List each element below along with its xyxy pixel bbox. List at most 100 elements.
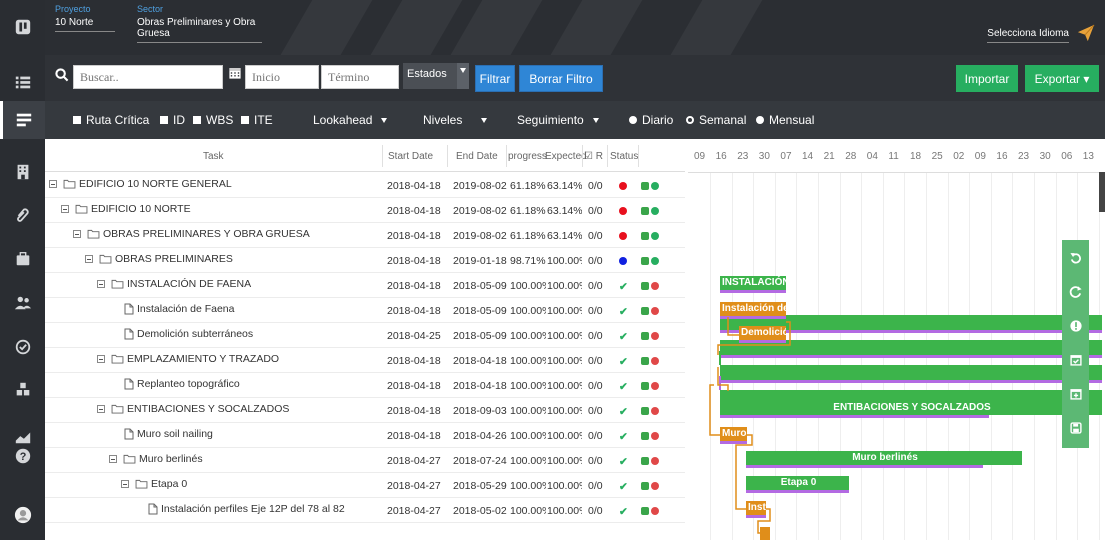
expand-toggle-icon[interactable]	[49, 180, 57, 188]
sector-select[interactable]: Obras Preliminares y Obra Gruesa	[137, 17, 262, 43]
table-row[interactable]: EDIFICIO 10 NORTE 2018-04-18 2019-08-02 61.…	[45, 198, 685, 223]
add-icon[interactable]	[641, 282, 649, 290]
refresh-icon[interactable]	[1062, 278, 1089, 306]
col-expected[interactable]: Expected	[545, 151, 587, 162]
logo-icon[interactable]	[0, 8, 45, 46]
end-date-input[interactable]	[321, 65, 399, 89]
estados-caret-icon[interactable]	[457, 63, 469, 89]
expand-toggle-icon[interactable]	[121, 480, 129, 488]
col-status[interactable]: Status	[610, 151, 638, 162]
expand-toggle-icon[interactable]	[73, 230, 81, 238]
diario-radio[interactable]: Diario	[629, 113, 673, 127]
paper-plane-icon[interactable]	[1077, 24, 1095, 42]
seguimiento-dropdown[interactable]: Seguimiento	[517, 113, 599, 127]
expand-toggle-icon[interactable]	[97, 280, 105, 288]
expand-toggle-icon[interactable]	[85, 255, 93, 263]
table-row[interactable]: Muro berlinés2018-04-272018-07-24100.00%…	[45, 448, 685, 473]
add-icon[interactable]	[641, 332, 649, 340]
project-select[interactable]: 10 Norte	[55, 17, 115, 32]
undo-icon[interactable]	[1062, 244, 1089, 272]
table-row[interactable]: EDIFICIO 10 NORTE GENERAL 2018-04-18 2019-…	[45, 173, 685, 198]
expand-toggle-icon[interactable]	[97, 355, 105, 363]
row-status-icon[interactable]	[651, 357, 659, 365]
expand-toggle-icon[interactable]	[61, 205, 69, 213]
gantt-bar-etapa-0[interactable]: Etapa 0	[746, 476, 849, 490]
table-row[interactable]: Demolición subterráneos 2018-04-25 2018-05…	[45, 323, 685, 348]
row-status-icon[interactable]	[651, 432, 659, 440]
add-icon[interactable]	[641, 457, 649, 465]
users-icon[interactable]	[0, 284, 45, 322]
col-r[interactable]: ☑ R	[584, 151, 603, 162]
ite-toggle[interactable]: ITE	[241, 113, 273, 127]
add-icon[interactable]	[641, 307, 649, 315]
borrar-filtro-button[interactable]: Borrar Filtro	[519, 65, 603, 92]
gantt-bar-next[interactable]	[760, 527, 770, 540]
table-row[interactable]: ENTIBACIONES Y SOCALZADOS 2018-04-18 2018-…	[45, 398, 685, 423]
expand-toggle-icon[interactable]	[109, 455, 117, 463]
gantt-bar-obras-gruesa[interactable]	[720, 365, 1102, 380]
row-status-icon[interactable]	[651, 332, 659, 340]
row-status-icon[interactable]	[651, 232, 659, 240]
row-status-icon[interactable]	[651, 207, 659, 215]
ruta-critica-toggle[interactable]: Ruta Crítica	[73, 113, 149, 127]
paperclip-icon[interactable]	[0, 196, 45, 234]
gantt-bar-muro-berlines[interactable]: Muro berlinés	[746, 451, 1022, 465]
gantt-bar-entibaciones[interactable]: ENTIBACIONES Y SOCALZADOS	[720, 401, 1102, 415]
gantt-icon[interactable]	[0, 101, 45, 139]
table-row[interactable]: EMPLAZAMIENTO Y TRAZADO 2018-04-18 2018-04…	[45, 348, 685, 373]
wbs-toggle[interactable]: WBS	[193, 113, 233, 127]
gantt-bar-instalacion-faena[interactable]: Instalación de Fa	[720, 302, 786, 316]
table-row[interactable]: OBRAS PRELIMINARES 2018-04-18 2019-01-18 98…	[45, 248, 685, 273]
building-icon[interactable]	[0, 153, 45, 191]
row-status-icon[interactable]	[651, 257, 659, 265]
start-date-input[interactable]	[245, 65, 319, 89]
gantt-bar-demolicion[interactable]: Demolición	[739, 326, 786, 340]
mensual-radio[interactable]: Mensual	[756, 113, 814, 127]
row-status-icon[interactable]	[651, 507, 659, 515]
table-row[interactable]: Instalación perfiles Eje 12P del 78 al 8…	[45, 498, 685, 523]
add-icon[interactable]	[641, 407, 649, 415]
table-row[interactable]: Etapa 02018-04-272018-05-29100.00%100.00…	[45, 473, 685, 498]
row-status-icon[interactable]	[651, 482, 659, 490]
search-input[interactable]	[73, 65, 223, 89]
user-avatar-icon[interactable]	[0, 496, 45, 534]
table-row[interactable]: Muro soil nailing 2018-04-18 2018-04-26 100…	[45, 423, 685, 448]
gantt-bar-emplazamiento[interactable]	[719, 351, 721, 365]
exportar-button[interactable]: Exportar ▾	[1025, 65, 1099, 92]
row-status-icon[interactable]	[651, 407, 659, 415]
col-progress[interactable]: progress	[508, 151, 547, 162]
vertical-scrollbar[interactable]	[1099, 172, 1105, 212]
calendar-check-icon[interactable]	[1062, 346, 1089, 374]
table-row[interactable]: INSTALACIÓN DE FAENA 2018-04-18 2018-05-09…	[45, 273, 685, 298]
cubes-icon[interactable]	[0, 371, 45, 409]
add-icon[interactable]	[641, 382, 649, 390]
col-task[interactable]: Task	[203, 151, 224, 162]
calendar-plus-icon[interactable]	[1062, 380, 1089, 408]
alert-icon[interactable]	[1062, 312, 1089, 340]
row-status-icon[interactable]	[651, 382, 659, 390]
calendar-icon[interactable]	[228, 66, 242, 80]
gantt-bar-instalacion-faena-group[interactable]: INSTALACIÓN D	[720, 276, 786, 290]
add-icon[interactable]	[641, 182, 649, 190]
add-icon[interactable]	[641, 207, 649, 215]
add-icon[interactable]	[641, 232, 649, 240]
row-status-icon[interactable]	[651, 182, 659, 190]
list-icon[interactable]	[0, 63, 45, 101]
id-toggle[interactable]: ID	[160, 113, 185, 127]
save-icon[interactable]	[1062, 414, 1089, 442]
help-icon[interactable]: ?	[0, 437, 45, 475]
gantt-bar-replanteo[interactable]	[719, 376, 721, 390]
row-status-icon[interactable]	[651, 282, 659, 290]
row-status-icon[interactable]	[651, 457, 659, 465]
add-icon[interactable]	[641, 507, 649, 515]
lookahead-dropdown[interactable]: Lookahead	[313, 113, 388, 127]
col-start-date[interactable]: Start Date	[388, 151, 433, 162]
importar-button[interactable]: Importar	[956, 65, 1018, 92]
table-row[interactable]: OBRAS PRELIMINARES Y OBRA GRUESA 2018-04-…	[45, 223, 685, 248]
add-icon[interactable]	[641, 432, 649, 440]
estados-dropdown[interactable]: Estados	[403, 63, 457, 89]
filtrar-button[interactable]: Filtrar	[475, 65, 515, 92]
gantt-bar-muro-soil[interactable]: Muro s	[720, 427, 747, 441]
col-end-date[interactable]: End Date	[456, 151, 498, 162]
add-icon[interactable]	[641, 257, 649, 265]
